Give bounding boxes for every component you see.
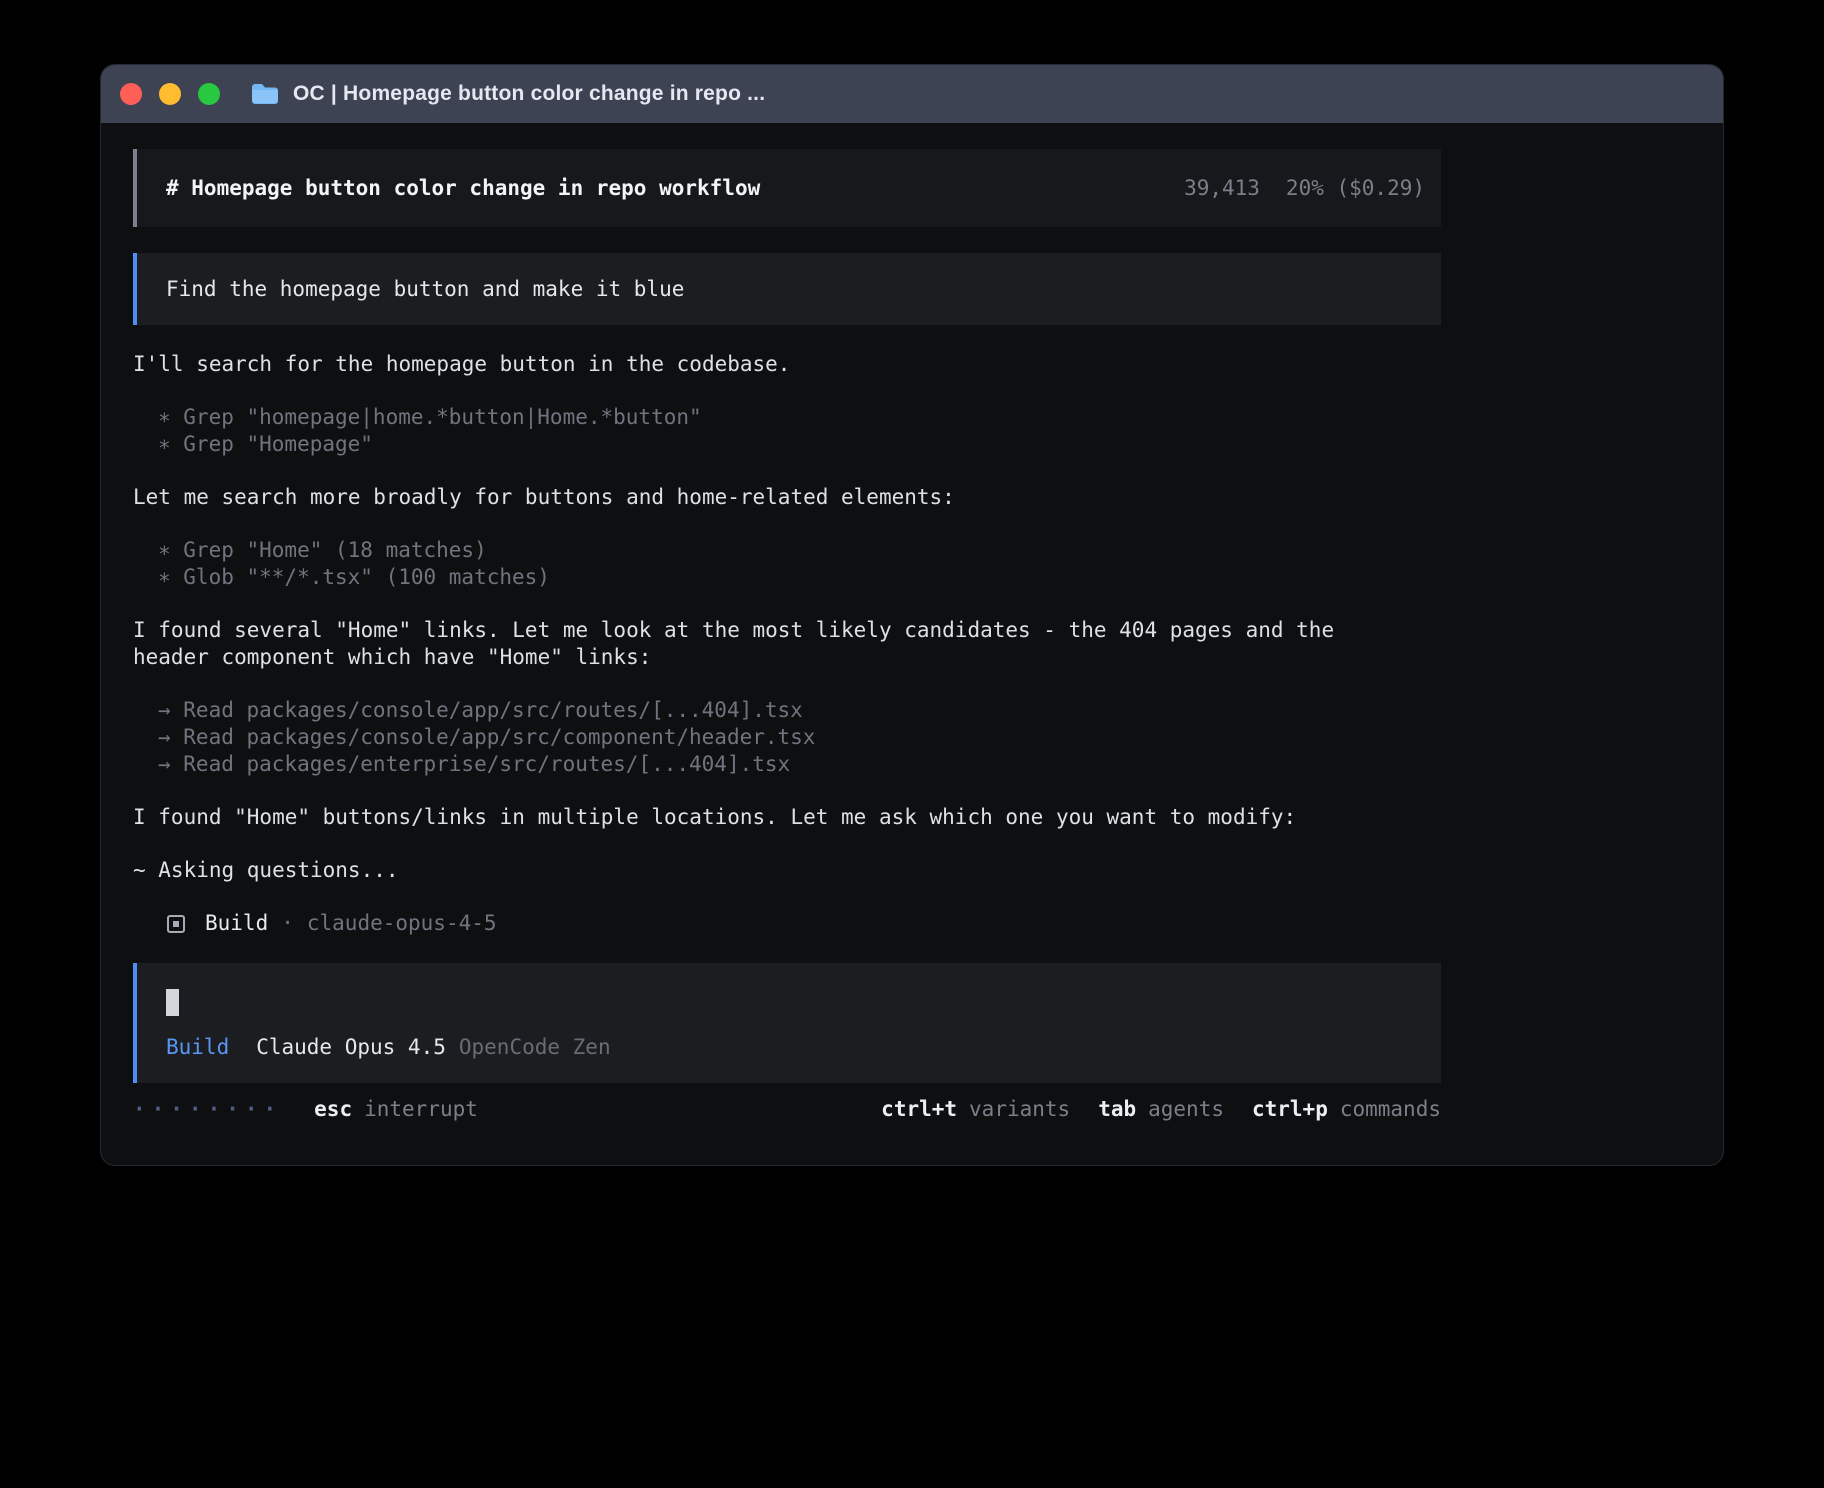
window-controls bbox=[120, 83, 220, 105]
agent-name: Build bbox=[205, 910, 268, 937]
shortcut-action: commands bbox=[1340, 1096, 1441, 1123]
tool-call-group: → Read packages/console/app/src/routes/[… bbox=[133, 697, 1441, 778]
tool-call-glob[interactable]: ∗ Glob "**/*.tsx" (100 matches) bbox=[133, 564, 1441, 591]
model-label[interactable]: Claude Opus 4.5 bbox=[256, 1034, 446, 1061]
model-info-bar: Build Claude Opus 4.5 OpenCode Zen bbox=[166, 1034, 1441, 1061]
agent-build-icon bbox=[167, 915, 185, 933]
user-message: Find the homepage button and make it blu… bbox=[133, 253, 1441, 325]
shortcut-key: ctrl+p bbox=[1252, 1096, 1328, 1123]
assistant-paragraph: I'll search for the homepage button in t… bbox=[133, 351, 1383, 378]
tool-call-read[interactable]: → Read packages/console/app/src/componen… bbox=[133, 724, 1441, 751]
spinner-dots-icon: ········ bbox=[133, 1096, 282, 1123]
status-bar-left: ········ esc interrupt bbox=[133, 1096, 478, 1123]
minimize-window-button[interactable] bbox=[159, 83, 181, 105]
token-count: 39,413 bbox=[1184, 175, 1260, 202]
text-cursor bbox=[166, 989, 179, 1016]
shortcut-agents: tab agents bbox=[1098, 1096, 1224, 1123]
interrupt-action-hint: interrupt bbox=[364, 1096, 478, 1123]
zoom-window-button[interactable] bbox=[198, 83, 220, 105]
agent-model: claude-opus-4-5 bbox=[307, 910, 497, 937]
tool-call-read[interactable]: → Read packages/enterprise/src/routes/[.… bbox=[133, 751, 1441, 778]
session-stats: 39,413 20% ($0.29) bbox=[1184, 175, 1425, 202]
tool-call-group: ∗ Grep "homepage|home.*button|Home.*butt… bbox=[133, 404, 1441, 458]
agent-separator: · bbox=[281, 910, 294, 937]
session-header: # Homepage button color change in repo w… bbox=[133, 149, 1441, 227]
shortcut-action: variants bbox=[969, 1096, 1070, 1123]
folder-icon bbox=[250, 82, 280, 106]
terminal-content: # Homepage button color change in repo w… bbox=[101, 123, 1723, 1123]
tool-call-grep[interactable]: ∗ Grep "Homepage" bbox=[133, 431, 1441, 458]
shortcut-variants: ctrl+t variants bbox=[881, 1096, 1070, 1123]
tool-call-read[interactable]: → Read packages/console/app/src/routes/[… bbox=[133, 697, 1441, 724]
provider-label: OpenCode Zen bbox=[459, 1034, 611, 1061]
status-bar: ········ esc interrupt ctrl+t variants t… bbox=[133, 1096, 1441, 1123]
assistant-status: ~ Asking questions... bbox=[133, 857, 1383, 884]
titlebar[interactable]: OC | Homepage button color change in rep… bbox=[101, 65, 1723, 123]
terminal-window: OC | Homepage button color change in rep… bbox=[100, 64, 1724, 1166]
assistant-paragraph: I found several "Home" links. Let me loo… bbox=[133, 617, 1383, 671]
session-title: # Homepage button color change in repo w… bbox=[166, 175, 760, 202]
agent-info: Build · claude-opus-4-5 bbox=[133, 910, 1441, 937]
close-window-button[interactable] bbox=[120, 83, 142, 105]
context-cost: 20% ($0.29) bbox=[1286, 175, 1425, 202]
status-bar-right: ctrl+t variants tab agents ctrl+p comman… bbox=[881, 1096, 1441, 1123]
shortcut-commands: ctrl+p commands bbox=[1252, 1096, 1441, 1123]
tool-call-grep[interactable]: ∗ Grep "homepage|home.*button|Home.*butt… bbox=[133, 404, 1441, 431]
assistant-paragraph: I found "Home" buttons/links in multiple… bbox=[133, 804, 1383, 831]
mode-label[interactable]: Build bbox=[166, 1034, 229, 1061]
prompt-input[interactable]: Build Claude Opus 4.5 OpenCode Zen bbox=[133, 963, 1441, 1083]
tool-call-grep[interactable]: ∗ Grep "Home" (18 matches) bbox=[133, 537, 1441, 564]
tool-call-group: ∗ Grep "Home" (18 matches) ∗ Glob "**/*.… bbox=[133, 537, 1441, 591]
user-message-text: Find the homepage button and make it blu… bbox=[166, 276, 684, 303]
shortcut-key: tab bbox=[1098, 1096, 1136, 1123]
shortcut-key: ctrl+t bbox=[881, 1096, 957, 1123]
esc-key-hint: esc bbox=[314, 1096, 352, 1123]
assistant-paragraph: Let me search more broadly for buttons a… bbox=[133, 484, 1383, 511]
window-title: OC | Homepage button color change in rep… bbox=[293, 82, 765, 106]
shortcut-action: agents bbox=[1148, 1096, 1224, 1123]
